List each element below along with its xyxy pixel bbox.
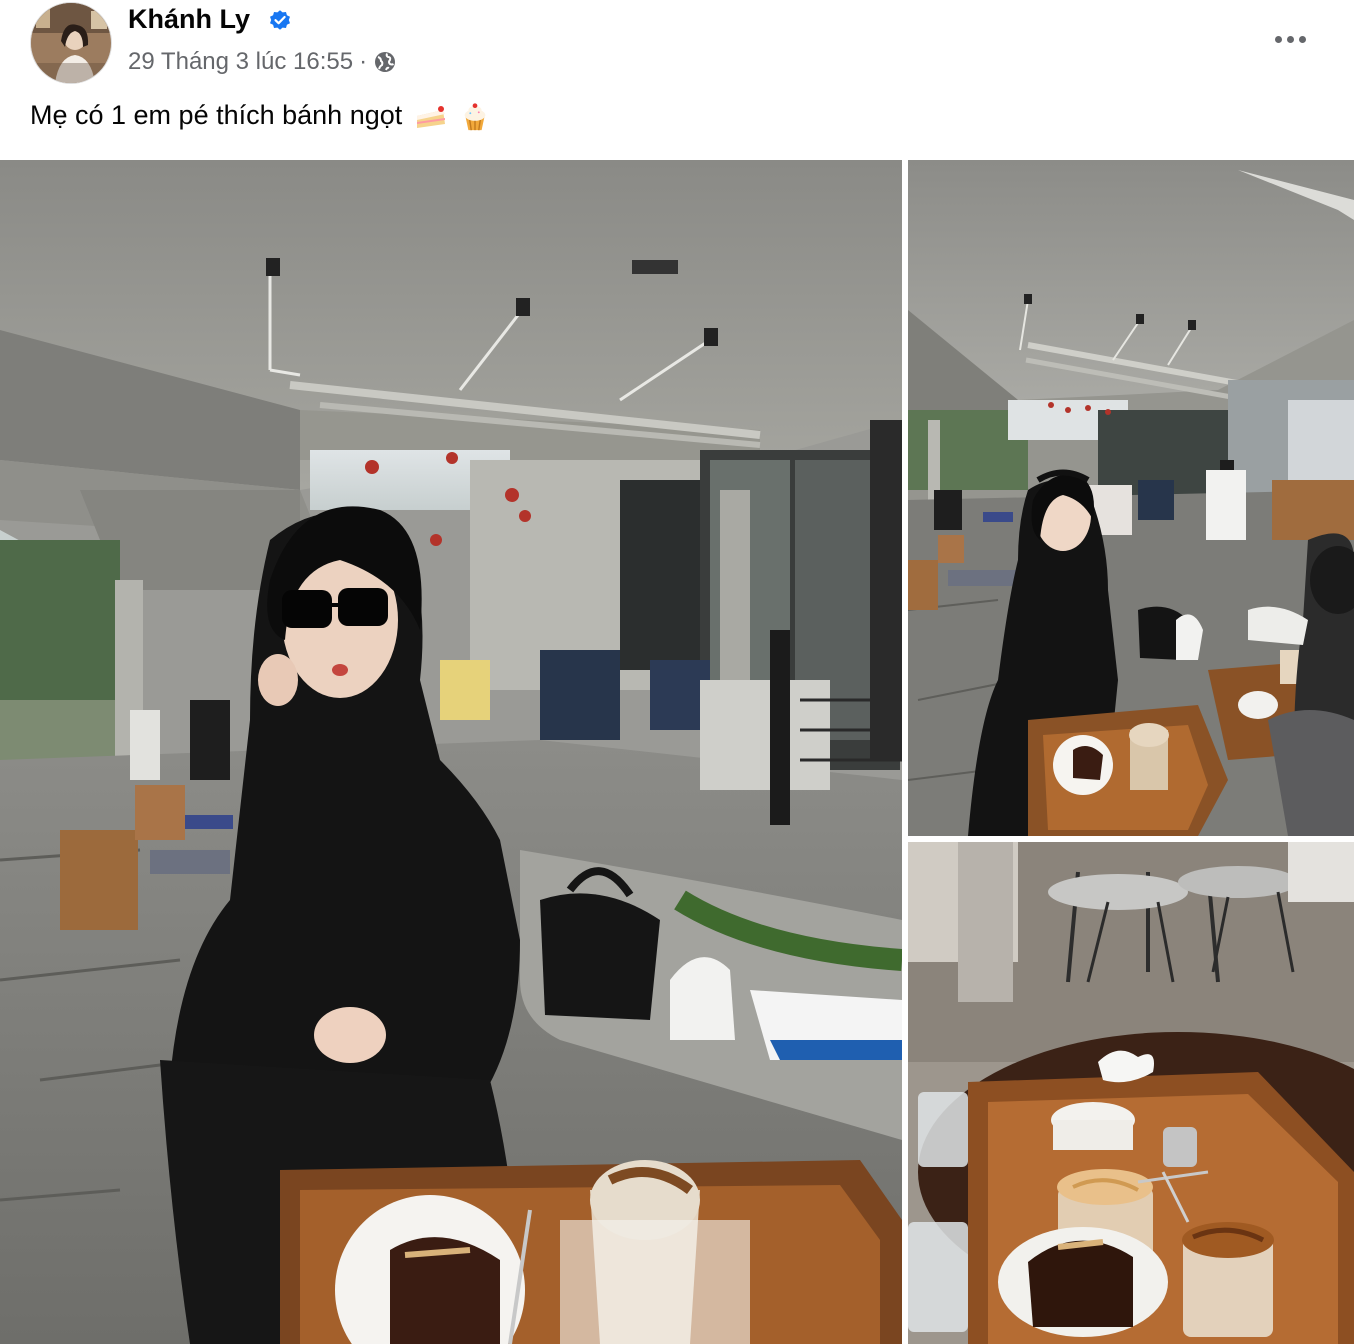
author-name[interactable]: Khánh Ly [128,4,250,35]
cake-slice-emoji [416,106,445,128]
post-message: Mẹ có 1 em pé thích bánh ngọt [30,100,491,134]
avatar-image [31,3,111,83]
more-options-icon[interactable] [1270,24,1310,54]
meta-separator: · [359,48,368,75]
post-message-text: Mẹ có 1 em pé thích bánh ngọt [30,100,403,131]
gallery-photo-3[interactable] [908,842,1354,1344]
more-dot [1286,35,1294,43]
cupcake-emoji [464,103,486,131]
photo-2-image [908,160,1354,836]
photo-3-image [908,842,1354,1344]
verified-badge-icon [270,10,290,30]
gallery-photo-1[interactable] [0,160,902,1344]
more-dot [1274,35,1282,43]
globe-icon[interactable] [373,50,397,74]
post-meta: 29 Tháng 3 lúc 16:55 · [128,48,397,76]
more-dot [1298,35,1306,43]
gallery-photo-2[interactable] [908,160,1354,836]
post-timestamp[interactable]: 29 Tháng 3 lúc 16:55 [128,48,353,76]
post-header: Khánh Ly 29 Tháng 3 lúc 16:55 · [0,0,1354,90]
photo-1-image [0,160,902,1344]
author-avatar[interactable] [30,2,112,84]
photo-gallery [0,160,1354,1344]
